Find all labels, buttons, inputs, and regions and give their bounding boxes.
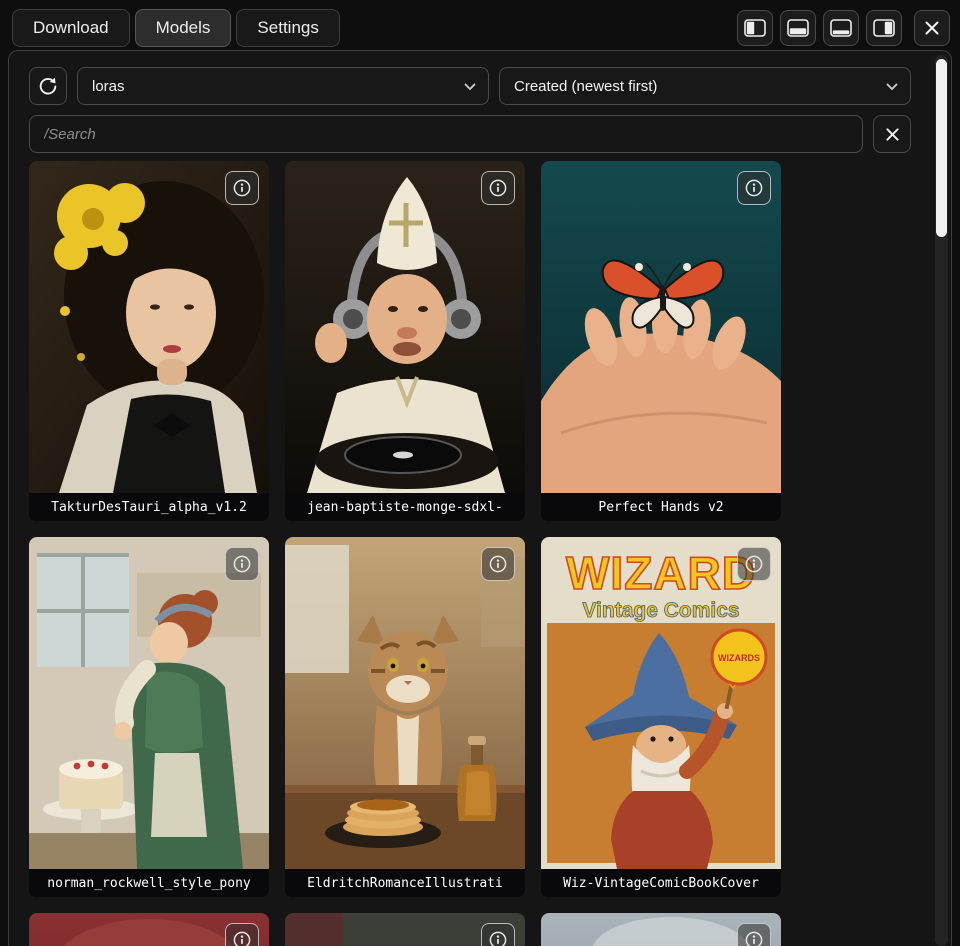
thumbnail-wizard-comic-cover: WIZARDS WIZARD Vintage Comics: [541, 537, 781, 869]
sort-dropdown[interactable]: Created (newest first): [499, 67, 911, 105]
split-right-icon: [873, 19, 895, 37]
clear-search-button[interactable]: [873, 115, 911, 153]
comic-title-text: WIZARD: [566, 547, 756, 599]
model-info-button[interactable]: [225, 923, 259, 946]
window-controls: [737, 10, 950, 46]
tab-download-label: Download: [33, 18, 109, 38]
comic-subtitle-text: Vintage Comics: [582, 599, 739, 622]
title-bar: Download Models Settings: [0, 0, 960, 50]
layout-bottom-bar-button[interactable]: [823, 10, 859, 46]
model-info-button[interactable]: [481, 171, 515, 205]
category-dropdown-value: loras: [92, 78, 125, 95]
sort-dropdown-value: Created (newest first): [514, 78, 657, 95]
refresh-button[interactable]: [29, 67, 67, 105]
search-bar: [9, 115, 951, 153]
thumbnail-kitchen-cake: [29, 537, 269, 869]
tab-settings[interactable]: Settings: [236, 9, 339, 47]
info-icon: [744, 930, 764, 946]
tab-download[interactable]: Download: [12, 9, 130, 47]
model-grid: TakturDesTauri_alpha_v1.2: [29, 161, 911, 946]
clear-icon: [885, 127, 900, 142]
model-name: EldritchRomanceIllustrati: [285, 869, 525, 897]
toolbar: loras Created (newest first): [9, 67, 951, 105]
model-card[interactable]: norman_rockwell_style_pony: [29, 537, 269, 897]
comic-badge-text: WIZARDS: [718, 653, 760, 663]
panel-bottom-bar-icon: [830, 19, 852, 37]
model-info-button[interactable]: [737, 923, 771, 946]
model-card-partial[interactable]: [541, 913, 781, 946]
info-icon: [488, 554, 508, 574]
layout-bottom-half-button[interactable]: [780, 10, 816, 46]
tab-bar: Download Models Settings: [12, 9, 340, 47]
model-info-button[interactable]: [481, 547, 515, 581]
model-card-partial[interactable]: [285, 913, 525, 946]
scrollbar-track[interactable]: [935, 55, 948, 946]
model-name: Perfect Hands v2: [541, 493, 781, 521]
model-card[interactable]: Perfect Hands v2: [541, 161, 781, 521]
model-info-button[interactable]: [225, 171, 259, 205]
model-card[interactable]: jean-baptiste-monge-sdxl-: [285, 161, 525, 521]
info-icon: [232, 930, 252, 946]
model-info-button[interactable]: [737, 547, 771, 581]
app-window: Download Models Settings: [0, 0, 960, 946]
thumbnail-cat-pancakes: [285, 537, 525, 869]
model-card[interactable]: EldritchRomanceIllustrati: [285, 537, 525, 897]
info-icon: [232, 554, 252, 574]
chevron-down-icon: [886, 83, 898, 91]
chevron-down-icon: [464, 83, 476, 91]
split-left-icon: [744, 19, 766, 37]
refresh-icon: [37, 75, 59, 97]
tab-settings-label: Settings: [257, 18, 318, 38]
model-name: Wiz-VintageComicBookCover: [541, 869, 781, 897]
thumbnail-pope-dj: [285, 161, 525, 493]
model-card[interactable]: WIZARDS WIZARD Vintage Comics Wiz-Vintag…: [541, 537, 781, 897]
layout-split-right-button[interactable]: [866, 10, 902, 46]
scrollbar-thumb[interactable]: [936, 59, 947, 237]
tab-models[interactable]: Models: [135, 9, 232, 47]
model-name: jean-baptiste-monge-sdxl-: [285, 493, 525, 521]
model-name: TakturDesTauri_alpha_v1.2: [29, 493, 269, 521]
tab-models-label: Models: [156, 18, 211, 38]
info-icon: [232, 178, 252, 198]
info-icon: [744, 554, 764, 574]
close-button[interactable]: [914, 10, 950, 46]
model-name: norman_rockwell_style_pony: [29, 869, 269, 897]
model-info-button[interactable]: [225, 547, 259, 581]
models-panel: loras Created (newest first): [8, 50, 952, 946]
thumbnail-butterfly-hands: [541, 161, 781, 493]
info-icon: [488, 930, 508, 946]
info-icon: [488, 178, 508, 198]
panel-bottom-half-icon: [787, 19, 809, 37]
search-input[interactable]: [29, 115, 863, 153]
thumbnail-woman-yellow-flower: [29, 161, 269, 493]
info-icon: [744, 178, 764, 198]
category-dropdown[interactable]: loras: [77, 67, 489, 105]
model-card[interactable]: TakturDesTauri_alpha_v1.2: [29, 161, 269, 521]
model-info-button[interactable]: [481, 923, 515, 946]
close-icon: [924, 20, 940, 36]
model-card-partial[interactable]: [29, 913, 269, 946]
model-info-button[interactable]: [737, 171, 771, 205]
layout-split-left-button[interactable]: [737, 10, 773, 46]
